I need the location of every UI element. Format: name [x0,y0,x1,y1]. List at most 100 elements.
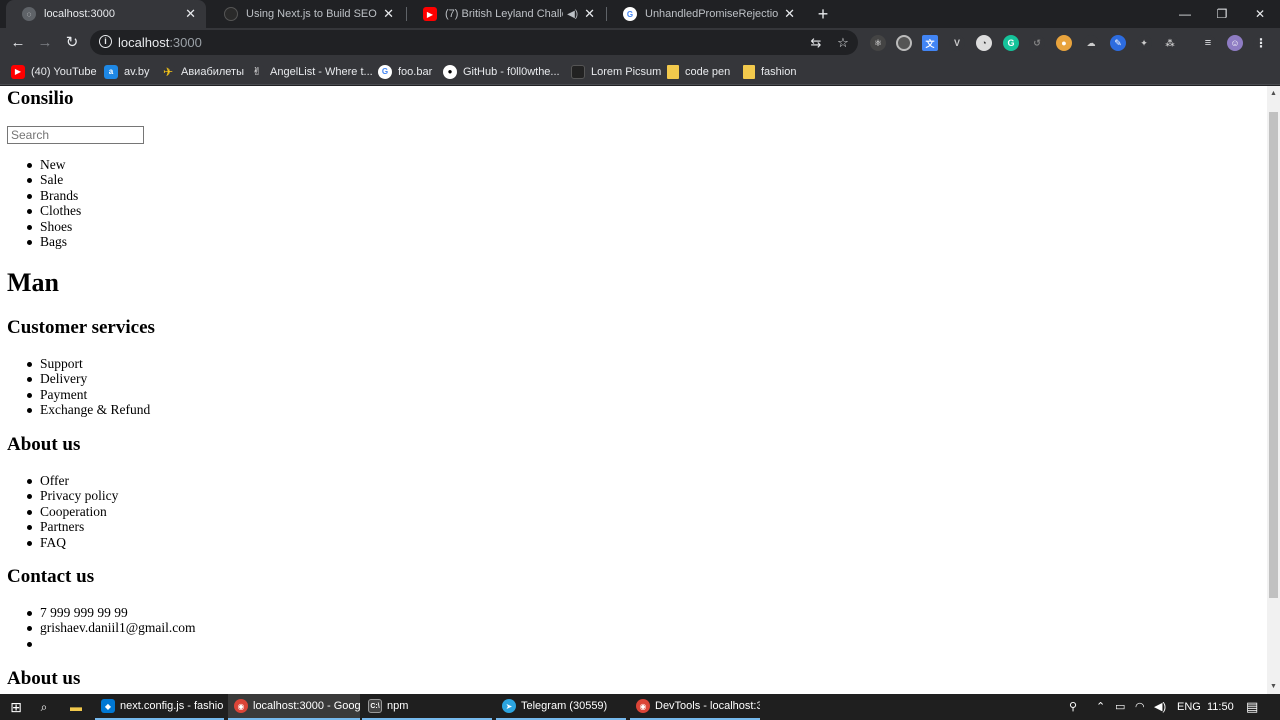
cookie-icon[interactable]: ● [1056,35,1072,51]
plane-icon: ✈ [161,64,175,79]
bookmark-aviabilety[interactable]: ✈ Авиабилеты [161,63,244,80]
grammarly-icon[interactable]: G [1003,35,1019,51]
react-devtools-icon[interactable]: ⚛ [870,35,886,51]
taskbar-app-vscode[interactable]: ◆ next.config.js - fashio... [95,694,224,720]
search-input[interactable] [7,126,144,144]
people-icon[interactable]: ⚲ [1069,694,1077,720]
bookmark-avby[interactable]: a av.by [104,63,149,80]
link-support[interactable]: Support [7,356,150,371]
notifications-icon[interactable]: ▤ [1246,694,1258,720]
tab-nextjs-seo[interactable]: Using Next.js to Build SEO-Frienc ✕ [208,0,404,28]
contact-phone[interactable]: 7 999 999 99 99 [7,605,196,620]
info-icon[interactable]: i [99,35,112,48]
chevron-up-icon[interactable]: ⌃ [1096,694,1105,720]
bookmark-folder-fashion[interactable]: fashion [743,63,796,80]
link-cooperation[interactable]: Cooperation [7,504,118,519]
clock[interactable]: 11:50 [1207,694,1234,720]
link-exchange-refund[interactable]: Exchange & Refund [7,402,150,417]
browser-toolbar: ← → ↻ i localhost:3000 ⇆ ☆ ⚛ 文 V ◔ G ↺ ●… [0,28,1280,58]
bookmark-label: (40) YouTube [31,65,97,78]
taskbar-app-npm[interactable]: C:\ npm [362,694,492,720]
scroll-down-icon[interactable]: ▼ [1267,680,1280,693]
nav-item-shoes[interactable]: Shoes [7,219,81,234]
about-us-list: Offer Privacy policy Cooperation Partner… [7,473,118,550]
wifi-icon[interactable]: ◠ [1135,694,1145,720]
nav-item-clothes[interactable]: Clothes [7,203,81,218]
puzzle-icon[interactable]: ✦ [1136,35,1152,51]
nav-item-sale[interactable]: Sale [7,172,81,187]
tab-youtube[interactable]: ▶ (7) British Leyland Challenge ◀) ✕ [407,0,605,28]
bookmark-label: foo.bar [398,65,433,78]
tab-localhost[interactable]: ◌ localhost:3000 ✕ [6,0,206,28]
bookmark-label: fashion [761,65,797,78]
brand-logo[interactable]: Consilio [7,88,74,110]
tab-unhandled-promise[interactable]: G UnhandledPromiseRejectionWarn ✕ [607,0,805,28]
nav-item-brands[interactable]: Brands [7,188,81,203]
forward-button[interactable]: → [33,31,57,55]
windows-taskbar: ⊞ ⌕ ▬ ◆ next.config.js - fashio... ◉ loc… [0,694,1280,720]
bookmark-lorem-picsum[interactable]: Lorem Picsum [571,63,661,80]
globe-icon: ◌ [22,7,36,21]
target-icon[interactable] [896,35,912,51]
search-icon[interactable]: ⌕ [35,698,53,716]
link-payment[interactable]: Payment [7,387,150,402]
bookmark-angellist[interactable]: ✌ AngelList - Where t... [250,63,373,80]
taskbar-app-label: DevTools - localhost:3... [655,700,760,712]
link-delivery[interactable]: Delivery [7,371,150,386]
file-explorer-icon[interactable]: ▬ [67,698,85,716]
translate-blocked-icon[interactable]: ⇆ [808,35,824,51]
minimize-button[interactable]: — [1166,0,1204,28]
menu-icon[interactable]: ⋮ [1253,35,1269,51]
windows-start-icon[interactable]: ⊞ [7,698,25,716]
avatar[interactable]: ☺ [1227,35,1243,51]
address-bar[interactable]: i localhost:3000 ⇆ ☆ [90,30,858,55]
vue-icon[interactable]: V [949,35,965,51]
cloud-icon[interactable]: ☁ [1083,35,1099,51]
google-translate-icon[interactable]: 文 [922,35,938,51]
taskbar-app-devtools[interactable]: ◉ DevTools - localhost:3... [630,694,760,720]
taskbar-app-telegram[interactable]: ➤ Telegram (30559) [496,694,626,720]
close-window-button[interactable]: ✕ [1241,0,1279,28]
close-icon[interactable]: ✕ [185,6,196,22]
link-partners[interactable]: Partners [7,519,118,534]
reload-button[interactable]: ↻ [60,31,84,55]
link-faq[interactable]: FAQ [7,535,118,550]
customer-services-list: Support Delivery Payment Exchange & Refu… [7,356,150,418]
scrollbar-thumb[interactable] [1269,112,1278,598]
speaker-icon[interactable]: ◀) [567,9,578,20]
battery-icon[interactable]: ▭ [1115,694,1125,720]
bookmark-label: av.by [124,65,150,78]
url-text[interactable]: localhost:3000 [118,35,202,50]
close-icon[interactable]: ✕ [784,6,795,22]
bookmark-folder-code-pen[interactable]: code pen [667,63,730,80]
bookmark-github[interactable]: ● GitHub - f0ll0wthe... [443,63,560,80]
pen-icon[interactable]: ✎ [1110,35,1126,51]
close-icon[interactable]: ✕ [584,6,595,22]
extensions-icon[interactable]: ⁂ [1162,35,1178,51]
bookmark-label: GitHub - f0ll0wthe... [463,65,560,78]
new-tab-button[interactable]: + [812,3,834,25]
taskbar-app-chrome[interactable]: ◉ localhost:3000 - Goog... [228,694,360,720]
star-icon[interactable]: ☆ [835,35,851,51]
history-icon[interactable]: ↺ [1029,35,1045,51]
page-scrollbar[interactable]: ▲ ▼ [1267,86,1280,694]
close-icon[interactable]: ✕ [383,6,394,22]
reading-list-icon[interactable]: ≡ [1200,35,1216,51]
bookmark-youtube[interactable]: ▶ (40) YouTube [11,63,97,80]
bookmark-foobar[interactable]: G foo.bar [378,63,432,80]
page-viewport: Consilio New Sale Brands Clothes Shoes B… [0,86,1267,694]
link-privacy-policy[interactable]: Privacy policy [7,488,118,503]
volume-icon[interactable]: ◀) [1154,694,1166,720]
contact-email[interactable]: grishaev.daniil1@gmail.com [7,620,196,635]
link-offer[interactable]: Offer [7,473,118,488]
language-indicator[interactable]: ENG [1177,694,1201,720]
chrome-icon: ◉ [636,699,650,713]
back-button[interactable]: ← [6,31,30,55]
maximize-button[interactable]: ❐ [1203,0,1241,28]
nav-item-bags[interactable]: Bags [7,234,81,249]
scroll-up-icon[interactable]: ▲ [1267,87,1280,100]
nav-item-new[interactable]: New [7,157,81,172]
google-icon: G [623,7,637,21]
page-title: Man [7,268,59,297]
clock-extension-icon[interactable]: ◔ [976,35,992,51]
